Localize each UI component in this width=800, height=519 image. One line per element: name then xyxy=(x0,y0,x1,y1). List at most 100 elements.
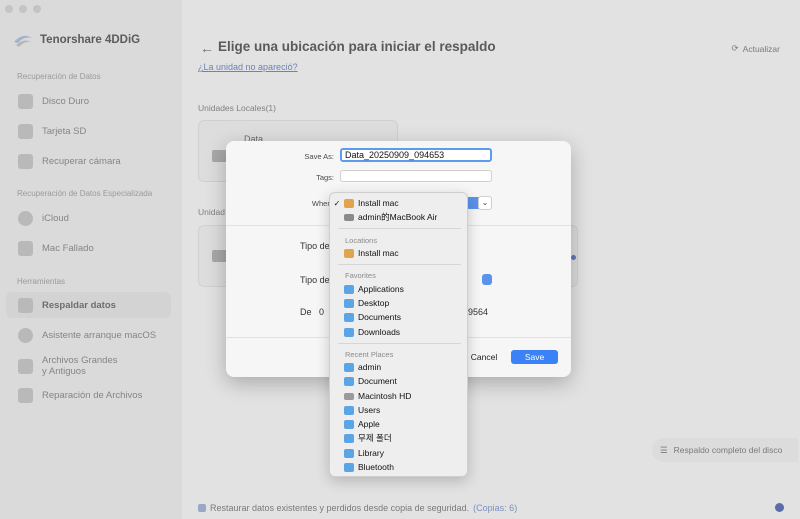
chevron-right-icon[interactable] xyxy=(775,503,784,512)
sidebar-item-label: Tarjeta SD xyxy=(42,125,87,137)
disk-icon xyxy=(344,248,354,258)
menu-item-label: Applications xyxy=(358,284,404,294)
tags-label: Tags: xyxy=(316,173,334,182)
refresh-label: Actualizar xyxy=(742,43,780,54)
menu-separator xyxy=(338,264,461,265)
sidebar-item-camera[interactable]: Recuperar cámara xyxy=(6,148,171,174)
where-dropdown-menu: ✓ Install mac admin的MacBook Air Location… xyxy=(329,192,468,477)
hard-disk-icon xyxy=(344,392,354,400)
apple-icon xyxy=(18,327,33,343)
folder-icon xyxy=(344,462,354,472)
menu-item-admin[interactable]: admin xyxy=(330,360,469,374)
menu-item-applications[interactable]: Applications xyxy=(330,282,469,296)
sidebar-item-label: Mac Fallado xyxy=(42,242,94,254)
menu-item-macbook[interactable]: admin的MacBook Air xyxy=(330,210,469,224)
folder-icon xyxy=(344,298,354,308)
option-type-select[interactable] xyxy=(482,274,492,285)
menu-item-library[interactable]: Library xyxy=(330,446,469,460)
restore-icon xyxy=(198,504,206,512)
disk-icon xyxy=(344,198,354,208)
sidebar-item-label: iCloud xyxy=(42,212,69,224)
page-title: Elige una ubicación para iniciar el resp… xyxy=(218,39,496,54)
menu-item-label: Documents xyxy=(358,312,401,322)
save-button[interactable]: Save xyxy=(511,350,558,364)
menu-item-label: admin的MacBook Air xyxy=(358,212,438,222)
menu-item-label: Bluetooth xyxy=(358,462,394,472)
crashed-mac-icon xyxy=(18,240,33,256)
refresh-button[interactable]: ⟳ Actualizar xyxy=(732,43,780,54)
menu-item-label: Install mac xyxy=(358,198,399,208)
menu-item-label: Apple xyxy=(358,419,380,429)
folder-icon xyxy=(344,419,354,429)
sidebar-item-boot-assistant[interactable]: Asistente arranque macOS xyxy=(6,322,171,348)
menu-item-document[interactable]: Document xyxy=(330,374,469,388)
sidebar-item-file-repair[interactable]: Reparación de Archivos xyxy=(6,382,171,408)
folder-icon xyxy=(344,376,354,386)
drive-missing-link[interactable]: ¿La unidad no apareció? xyxy=(198,62,298,72)
sidebar-item-hard-drive[interactable]: Disco Duro xyxy=(6,88,171,114)
section-title-data-recovery: Recuperación de Datos xyxy=(17,72,101,81)
menu-item-macintosh-hd[interactable]: Macintosh HD xyxy=(330,389,469,403)
where-label: Where xyxy=(311,199,334,208)
folder-icon xyxy=(344,327,354,337)
sidebar-item-label: Archivos Grandes y Antiguos xyxy=(42,355,118,377)
menu-item-location-install-mac[interactable]: Install mac xyxy=(330,246,469,260)
save-as-label: Save As: xyxy=(304,152,334,161)
sidebar-item-label: Recuperar cámara xyxy=(42,155,121,167)
file-repair-icon xyxy=(18,387,33,403)
close-window-button[interactable] xyxy=(5,5,13,13)
restore-copies: (Copias: 6) xyxy=(473,503,518,513)
zoom-window-button[interactable] xyxy=(33,5,41,13)
menu-item-label: Macintosh HD xyxy=(358,391,412,401)
tags-input[interactable] xyxy=(340,170,492,182)
restore-text: Restaurar datos existentes y perdidos de… xyxy=(210,503,470,513)
menu-item-documents[interactable]: Documents xyxy=(330,310,469,324)
menu-item-desktop[interactable]: Desktop xyxy=(330,296,469,310)
expand-dialog-button[interactable]: ⌄ xyxy=(478,196,492,210)
save-as-input[interactable]: Data_20250909_094653 xyxy=(340,148,492,162)
range-label: De xyxy=(300,307,312,317)
local-drives-heading: Unidades Locales(1) xyxy=(198,103,276,113)
sidebar-item-large-files[interactable]: Archivos Grandes y Antiguos xyxy=(6,352,171,380)
menu-separator xyxy=(338,228,461,229)
folder-icon xyxy=(344,362,354,372)
sidebar-item-crashed-mac[interactable]: Mac Fallado xyxy=(6,235,171,261)
menu-item-label: 무제 폴더 xyxy=(358,433,392,443)
restore-bar[interactable]: Restaurar datos existentes y perdidos de… xyxy=(198,503,517,513)
menu-item-install-mac[interactable]: ✓ Install mac xyxy=(330,196,469,210)
minimize-window-button[interactable] xyxy=(19,5,27,13)
section-title-tools: Herramientas xyxy=(17,277,66,286)
menu-item-downloads[interactable]: Downloads xyxy=(330,325,469,339)
range-to-value[interactable]: 9564 xyxy=(468,307,488,317)
option-type-label-2: Tipo de xyxy=(300,275,330,285)
cloud-icon xyxy=(18,210,33,226)
brand: Tenorshare 4DDiG xyxy=(12,30,140,50)
section-title-specialized: Recuperación de Datos Especializada xyxy=(17,189,153,198)
menu-item-apple[interactable]: Apple xyxy=(330,417,469,431)
brand-name: Tenorshare 4DDiG xyxy=(40,34,141,46)
range-from-value[interactable]: 0 xyxy=(319,307,324,317)
menu-item-untitled-folder[interactable]: 무제 폴더 xyxy=(330,431,469,445)
window-controls xyxy=(5,5,41,13)
full-disk-backup-button[interactable]: ☰ Respaldo completo del disco xyxy=(652,438,798,462)
folder-icon xyxy=(344,284,354,294)
sidebar-item-icloud[interactable]: iCloud xyxy=(6,205,171,231)
external-drives-heading: Unidad xyxy=(198,207,225,217)
camera-icon xyxy=(18,153,33,169)
sidebar-item-backup[interactable]: Respaldar datos xyxy=(6,292,171,318)
back-arrow-icon[interactable]: ← xyxy=(200,40,214,56)
sidebar-item-label: Respaldar datos xyxy=(42,299,116,311)
sidebar-item-sd-card[interactable]: Tarjeta SD xyxy=(6,118,171,144)
brand-logo-icon xyxy=(14,35,32,47)
folder-icon xyxy=(344,433,354,443)
menu-item-bluetooth[interactable]: Bluetooth xyxy=(330,460,469,474)
full-backup-label: Respaldo completo del disco xyxy=(673,445,783,455)
sidebar-item-label: Reparación de Archivos xyxy=(42,389,143,401)
menu-item-label: Install mac xyxy=(358,248,399,258)
laptop-icon xyxy=(344,213,354,221)
menu-item-label: Document xyxy=(358,376,397,386)
menu-item-users[interactable]: Users xyxy=(330,403,469,417)
large-files-icon xyxy=(18,358,33,374)
menu-separator xyxy=(338,343,461,344)
sidebar-item-label: Asistente arranque macOS xyxy=(42,329,157,341)
